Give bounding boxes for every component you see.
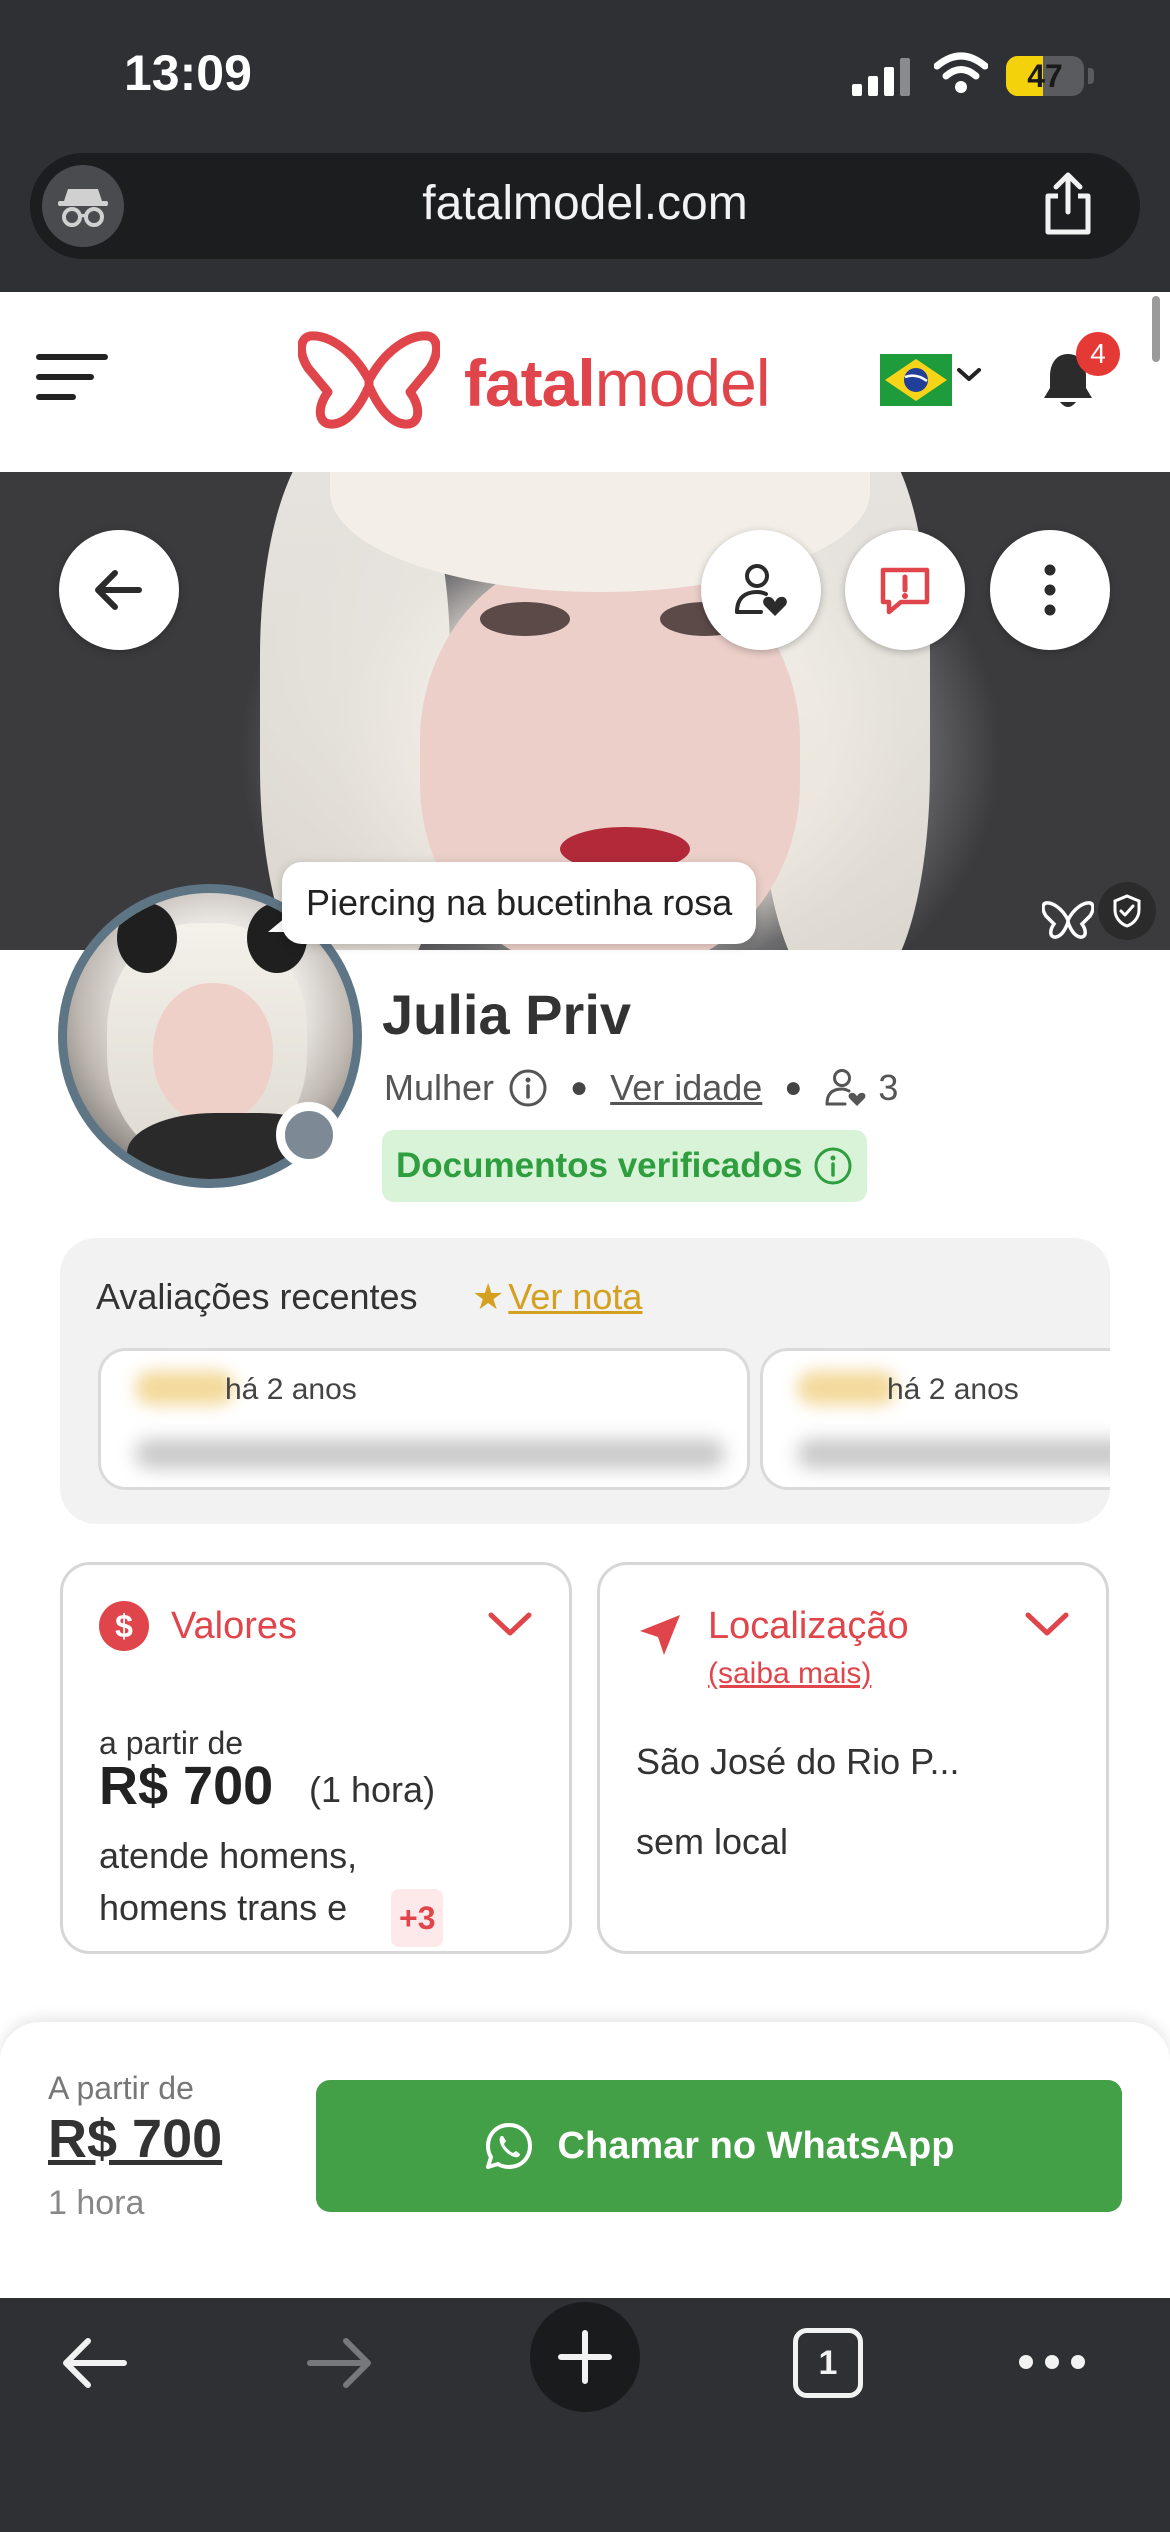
brazil-flag-icon[interactable] — [880, 354, 952, 406]
location-place: sem local — [636, 1821, 789, 1862]
location-arrow-icon — [640, 1615, 680, 1655]
verified-shield-icon — [1098, 882, 1156, 940]
online-status-indicator — [276, 1102, 342, 1168]
blurred-reviewer — [797, 1371, 897, 1405]
battery-cap — [1088, 68, 1094, 84]
whatsapp-label: Chamar no WhatsApp — [557, 2124, 955, 2167]
avatar-detail — [117, 903, 177, 973]
location-city: São José do Rio P... — [636, 1741, 960, 1782]
hamburger-menu-icon[interactable] — [36, 352, 108, 404]
values-duration: (1 hora) — [309, 1769, 436, 1810]
notification-badge[interactable]: 4 — [1076, 332, 1120, 376]
watermark-logo-icon — [1042, 901, 1094, 939]
review-card[interactable]: há 2 anos — [760, 1348, 1110, 1490]
info-icon — [814, 1147, 851, 1185]
whatsapp-button[interactable]: Chamar no WhatsApp — [316, 2080, 1122, 2212]
share-icon[interactable] — [1040, 172, 1096, 236]
logo-text-light: model — [594, 346, 771, 420]
followers-icon — [825, 1069, 866, 1106]
see-rating-label: Ver nota — [508, 1276, 643, 1317]
learn-more-link[interactable]: (saiba mais) — [708, 1657, 871, 1691]
follow-button[interactable] — [701, 530, 821, 650]
serves-line-2: homens trans e — [99, 1887, 348, 1928]
chevron-down-icon[interactable] — [956, 366, 982, 384]
report-button[interactable] — [845, 530, 965, 650]
values-card[interactable]: $ Valores a partir de R$ 700 (1 hora) at… — [60, 1562, 572, 1954]
more-horizontal-icon[interactable] — [1016, 2352, 1088, 2372]
profile-name: Julia Priv — [382, 983, 632, 1046]
blurred-review-text — [797, 1439, 1110, 1469]
star-icon: ★ — [472, 1276, 505, 1317]
verified-label: Documentos verificados — [396, 1146, 803, 1185]
user-heart-icon — [735, 564, 787, 616]
location-card[interactable]: Localização (saiba mais) São José do Rio… — [597, 1562, 1109, 1954]
location-title: Localização — [708, 1605, 909, 1647]
status-bar: 13:09 47 — [0, 0, 1170, 150]
status-bubble: Piercing na bucetinha rosa — [282, 862, 757, 944]
cellular-signal-icon — [852, 58, 910, 96]
more-vertical-icon — [1044, 564, 1056, 616]
followers-count: 3 — [878, 1067, 899, 1108]
battery-percent: 47 — [1027, 58, 1063, 94]
more-options-button[interactable] — [990, 530, 1110, 650]
fatalmodel-logo-icon[interactable] — [298, 330, 440, 430]
more-services-badge[interactable]: +3 — [391, 1889, 444, 1947]
see-rating-link[interactable]: ★ Ver nota — [472, 1276, 642, 1318]
forward-arrow-icon[interactable] — [304, 2333, 376, 2393]
whatsapp-icon — [485, 2123, 532, 2169]
battery-icon: 47 — [1006, 56, 1084, 96]
info-icon[interactable] — [508, 1068, 548, 1108]
reviews-title: Avaliações recentes — [96, 1276, 418, 1317]
status-time: 13:09 — [124, 45, 252, 101]
serves-line-1: atende homens, — [99, 1835, 358, 1876]
separator-dot: ● — [570, 1071, 589, 1104]
see-age-link[interactable]: Ver idade — [610, 1067, 762, 1109]
page-scrollbar[interactable] — [1152, 296, 1160, 362]
chevron-down-icon[interactable] — [1024, 1609, 1070, 1639]
arrow-left-icon — [95, 570, 142, 610]
review-time: há 2 anos — [225, 1373, 357, 1406]
blurred-review-text — [135, 1439, 725, 1469]
recent-reviews-section: Avaliações recentes ★ Ver nota há 2 anos … — [60, 1238, 1110, 1524]
review-card[interactable]: há 2 anos — [98, 1348, 750, 1490]
sticky-from-label: A partir de — [48, 2070, 194, 2106]
back-button[interactable] — [59, 530, 179, 650]
separator-dot: ● — [784, 1071, 803, 1104]
documents-verified-badge[interactable]: Documentos verificados — [382, 1130, 867, 1202]
dollar-icon: $ — [99, 1601, 149, 1651]
cover-photo-detail — [480, 602, 570, 636]
chevron-down-icon[interactable] — [487, 1609, 533, 1639]
url-text[interactable]: fatalmodel.com — [0, 176, 1170, 231]
sticky-price[interactable]: R$ 700 — [48, 2108, 222, 2170]
logo-text-bold: fatal — [464, 346, 596, 420]
report-icon — [880, 567, 930, 615]
new-tab-button[interactable] — [530, 2302, 640, 2412]
plus-icon — [558, 2330, 612, 2384]
profile-meta: Mulher ● Ver idade ● 3 — [384, 1062, 898, 1114]
blurred-reviewer — [135, 1371, 235, 1405]
back-arrow-icon[interactable] — [58, 2333, 130, 2393]
fatalmodel-logo-text[interactable]: fatalmodel — [464, 345, 771, 421]
gender-label: Mulher — [384, 1067, 495, 1108]
values-title: Valores — [171, 1605, 298, 1647]
wifi-icon — [934, 52, 988, 93]
values-price: R$ 700 — [99, 1756, 274, 1816]
tabs-count-button[interactable]: 1 — [793, 2328, 863, 2398]
avatar-detail — [153, 983, 273, 1123]
sticky-unit: 1 hora — [48, 2184, 145, 2222]
review-time: há 2 anos — [887, 1373, 1019, 1406]
